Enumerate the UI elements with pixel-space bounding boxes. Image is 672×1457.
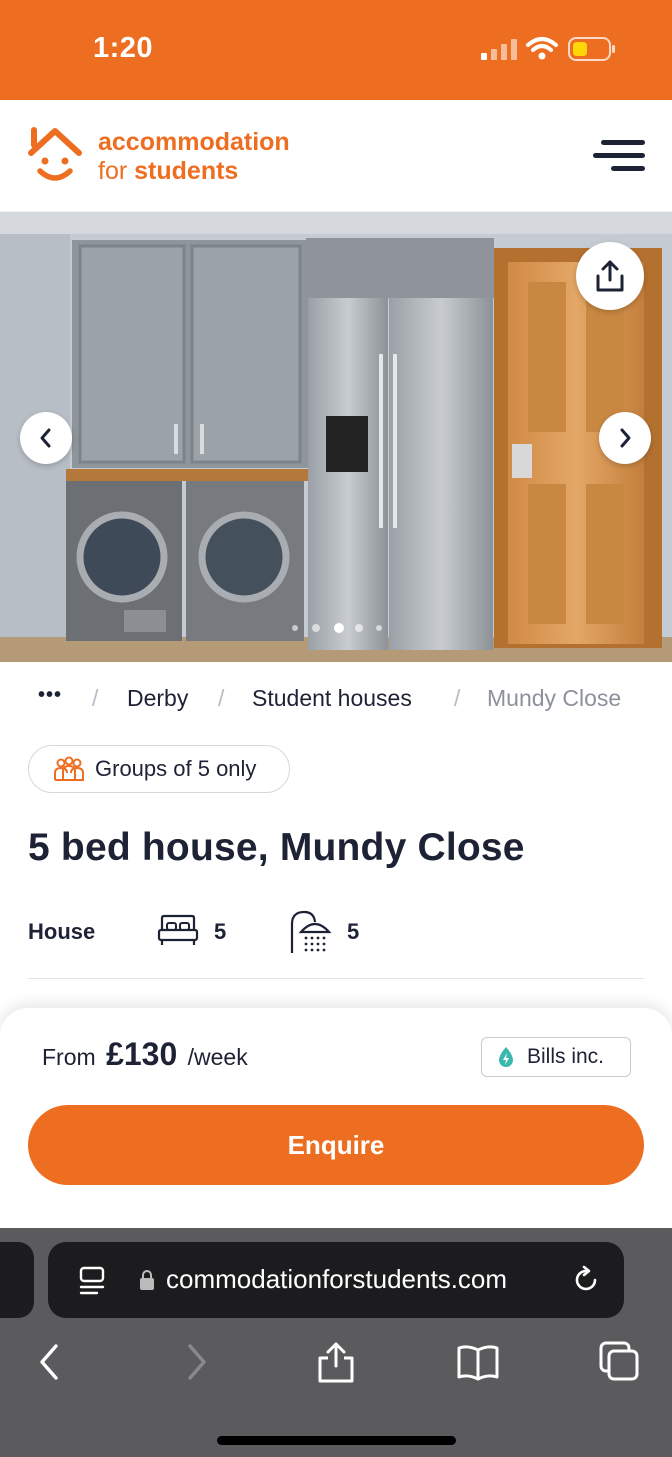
house-smile-logo-icon[interactable] (25, 125, 85, 187)
divider (28, 978, 644, 979)
tabs-icon[interactable] (598, 1340, 642, 1384)
next-photo-button[interactable] (599, 412, 651, 464)
site-logo-text[interactable]: accommodation for students (98, 128, 290, 186)
status-time: 1:20 (93, 32, 154, 64)
chevron-left-icon (40, 428, 51, 448)
wifi-icon (526, 37, 558, 60)
reload-icon[interactable] (570, 1264, 602, 1296)
property-features: House 5 5 (0, 905, 672, 957)
breadcrumb-item-student-houses[interactable]: Student houses (252, 685, 412, 712)
breadcrumb-separator: / (92, 685, 99, 711)
kitchen-appliances-photo (0, 212, 672, 662)
browser-toolbar: commodationforstudents.com (0, 1228, 672, 1457)
bills-label: Bills inc. (527, 1045, 605, 1068)
cellular-signal-icon (481, 38, 517, 60)
previous-tab-peek[interactable] (0, 1242, 34, 1318)
share-icon (596, 260, 624, 292)
share-icon[interactable] (314, 1340, 358, 1384)
shower-icon (290, 910, 332, 953)
group-people-icon (54, 756, 84, 781)
price-amount: £130 (106, 1036, 178, 1072)
bookmarks-icon[interactable] (456, 1340, 500, 1384)
logo-students: students (134, 157, 239, 185)
breadcrumb-more-button[interactable]: ••• (38, 684, 62, 707)
breadcrumb-separator: / (218, 685, 225, 711)
logo-line-2: for students (98, 157, 290, 186)
bathroom-count: 5 (347, 919, 360, 944)
gallery-dot-active[interactable] (334, 623, 344, 633)
property-photo-gallery[interactable] (0, 212, 672, 662)
lock-icon (140, 1270, 154, 1290)
breadcrumb-item-derby[interactable]: Derby (127, 685, 188, 712)
share-button[interactable] (576, 242, 644, 310)
back-icon[interactable] (28, 1340, 72, 1384)
bolt-drop-icon (499, 1047, 513, 1067)
page-menu-icon[interactable] (78, 1266, 106, 1296)
groups-label: Groups of 5 only (95, 756, 257, 781)
bedroom-count: 5 (214, 919, 227, 944)
logo-for: for (98, 157, 128, 185)
gallery-pagination-dots (292, 622, 388, 634)
page-title: 5 bed house, Mundy Close (28, 826, 525, 869)
breadcrumb-separator: / (454, 685, 461, 711)
breadcrumb-item-current: Mundy Close (487, 685, 622, 711)
price-bottom-sheet: From £130 /week Bills inc. Enquire (0, 1008, 672, 1230)
chevron-right-icon (620, 428, 631, 448)
bills-included-badge: Bills inc. (481, 1037, 631, 1077)
breadcrumb: ••• / Derby / Student houses / Mundy Clo… (0, 676, 672, 720)
gallery-dot[interactable] (312, 624, 320, 632)
gallery-dot[interactable] (355, 624, 363, 632)
hamburger-menu-icon[interactable] (593, 138, 645, 174)
previous-photo-button[interactable] (20, 412, 72, 464)
forward-icon[interactable] (174, 1340, 218, 1384)
price-from-label: From (42, 1044, 96, 1070)
price-period: /week (187, 1044, 248, 1070)
status-bar: 1:20 (0, 0, 672, 100)
home-indicator (217, 1436, 456, 1445)
address-bar[interactable]: commodationforstudents.com (48, 1242, 624, 1318)
enquire-button[interactable]: Enquire (28, 1105, 644, 1185)
battery-icon (568, 37, 615, 61)
url-text: commodationforstudents.com (166, 1264, 508, 1294)
gallery-dot[interactable] (376, 625, 382, 631)
logo-line-1: accommodation (98, 128, 290, 156)
property-type: House (28, 919, 96, 944)
site-header: accommodation for students (0, 100, 672, 212)
groups-badge: Groups of 5 only (28, 745, 290, 793)
price-line: From £130 /week (42, 1036, 248, 1073)
gallery-dot[interactable] (292, 625, 298, 631)
bed-icon (157, 914, 199, 945)
